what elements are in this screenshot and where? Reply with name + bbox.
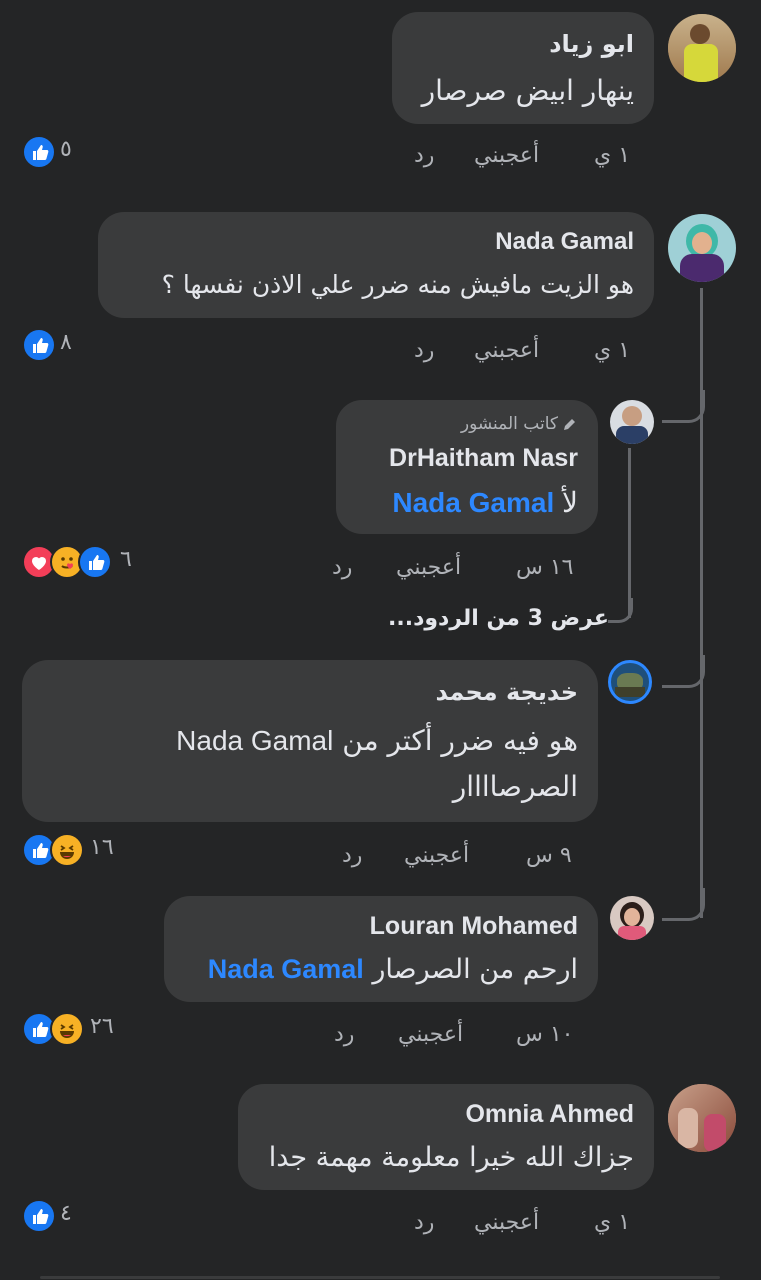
reply-button[interactable]: رد bbox=[414, 143, 434, 168]
comment-text-body: لأ bbox=[562, 487, 578, 518]
comment-time[interactable]: ١ ي bbox=[594, 338, 630, 363]
reaction-summary[interactable]: ٤ bbox=[22, 1199, 82, 1233]
reply-button[interactable]: رد bbox=[334, 1022, 354, 1047]
pencil-icon bbox=[562, 416, 578, 432]
reply-bubble: كاتب المنشور DrHaitham Nasr لأ Nada Gama… bbox=[336, 400, 598, 534]
like-button[interactable]: أعجبني bbox=[404, 843, 469, 868]
haha-reaction-icon bbox=[50, 1012, 84, 1046]
haha-reaction-icon bbox=[50, 833, 84, 867]
comment-text: ينهار ابيض صرصار bbox=[421, 74, 634, 107]
thread-branch-reply-1 bbox=[662, 390, 705, 423]
reply-bubble: خديجة محمد هو فيه ضرر أكتر من Nada Gamal… bbox=[22, 660, 598, 822]
reply-button[interactable]: رد bbox=[332, 555, 352, 580]
author-badge-label: كاتب المنشور bbox=[460, 414, 558, 434]
like-reaction-icon bbox=[22, 328, 56, 362]
comment-text-line-1: هو فيه ضرر أكتر من Nada Gamal bbox=[176, 724, 578, 757]
reply-button[interactable]: رد bbox=[414, 338, 434, 363]
like-reaction-icon bbox=[22, 135, 56, 169]
comment-bubble: ابو زياد ينهار ابيض صرصار bbox=[392, 12, 654, 124]
comment-text-body: ارحم من الصرصار bbox=[372, 954, 578, 985]
thread-branch-reply-2 bbox=[662, 655, 705, 688]
comment-author[interactable]: DrHaitham Nasr bbox=[389, 444, 578, 473]
reaction-count: ٦ bbox=[120, 547, 132, 572]
reaction-count: ٤ bbox=[60, 1201, 72, 1226]
reply-bubble: Louran Mohamed ارحم من الصرصار Nada Gama… bbox=[164, 896, 598, 1002]
reaction-count: ١٦ bbox=[90, 835, 114, 860]
comment-author[interactable]: Nada Gamal bbox=[495, 228, 634, 256]
mention-name[interactable]: Nada Gamal bbox=[176, 725, 333, 756]
comment-text-body: هو فيه ضرر أكتر من bbox=[342, 724, 578, 757]
comment-author[interactable]: Omnia Ahmed bbox=[465, 1100, 634, 1129]
avatar[interactable] bbox=[668, 1084, 736, 1152]
reply-button[interactable]: رد bbox=[414, 1210, 434, 1235]
like-reaction-icon bbox=[22, 1199, 56, 1233]
comment-text: جزاك الله خيرا معلومة مهمة جدا bbox=[268, 1142, 634, 1173]
like-button[interactable]: أعجبني bbox=[474, 1210, 539, 1235]
thread-line-main bbox=[700, 288, 703, 918]
mention-link[interactable]: Nada Gamal bbox=[392, 487, 554, 518]
author-badge: كاتب المنشور bbox=[461, 414, 578, 434]
like-button[interactable]: أعجبني bbox=[396, 555, 461, 580]
like-button[interactable]: أعجبني bbox=[474, 143, 539, 168]
reaction-count: ٢٦ bbox=[90, 1014, 114, 1039]
comment-bubble: Nada Gamal هو الزيت مافيش منه ضرر علي ال… bbox=[98, 212, 654, 318]
reaction-summary[interactable]: ٨ bbox=[22, 328, 82, 362]
reaction-count: ٥ bbox=[60, 137, 72, 162]
reaction-summary[interactable]: ١٦ bbox=[22, 833, 122, 867]
reaction-count: ٨ bbox=[60, 330, 72, 355]
avatar[interactable] bbox=[610, 400, 654, 444]
thread-line-sub bbox=[628, 448, 631, 618]
comment-author[interactable]: Louran Mohamed bbox=[370, 912, 578, 941]
avatar[interactable] bbox=[608, 660, 652, 704]
thread-branch-view-replies bbox=[608, 598, 633, 623]
avatar[interactable] bbox=[668, 214, 736, 282]
comment-time[interactable]: ١ ي bbox=[594, 143, 630, 168]
comment-time[interactable]: ١٠ س bbox=[516, 1022, 574, 1047]
comment-text-line-2: الصرصاااار bbox=[452, 770, 578, 803]
reaction-summary[interactable]: ٢٦ bbox=[22, 1012, 122, 1046]
comment-text: لأ Nada Gamal bbox=[392, 486, 578, 519]
reaction-summary[interactable]: ٦ bbox=[22, 545, 142, 579]
comment-time[interactable]: ٩ س bbox=[526, 843, 572, 868]
reaction-summary[interactable]: ٥ bbox=[22, 135, 82, 169]
mention-link[interactable]: Nada Gamal bbox=[208, 954, 364, 984]
comment-time[interactable]: ١ ي bbox=[594, 1210, 630, 1235]
comment-bubble: Omnia Ahmed جزاك الله خيرا معلومة مهمة ج… bbox=[238, 1084, 654, 1190]
reply-button[interactable]: رد bbox=[342, 843, 362, 868]
like-button[interactable]: أعجبني bbox=[398, 1022, 463, 1047]
comment-text: هو الزيت مافيش منه ضرر علي الاذن نفسها ؟ bbox=[161, 270, 634, 299]
thread-branch-reply-3 bbox=[662, 888, 705, 921]
like-button[interactable]: أعجبني bbox=[474, 338, 539, 363]
comment-author[interactable]: خديجة محمد bbox=[436, 678, 579, 706]
like-reaction-icon bbox=[78, 545, 112, 579]
avatar[interactable] bbox=[610, 896, 654, 940]
view-replies-link[interactable]: عرض 3 من الردود... bbox=[388, 606, 609, 631]
comment-author[interactable]: ابو زياد bbox=[549, 30, 634, 58]
comment-time[interactable]: ١٦ س bbox=[516, 555, 574, 580]
comment-text: ارحم من الصرصار Nada Gamal bbox=[208, 954, 578, 985]
avatar[interactable] bbox=[668, 14, 736, 82]
bottom-divider bbox=[40, 1276, 720, 1279]
